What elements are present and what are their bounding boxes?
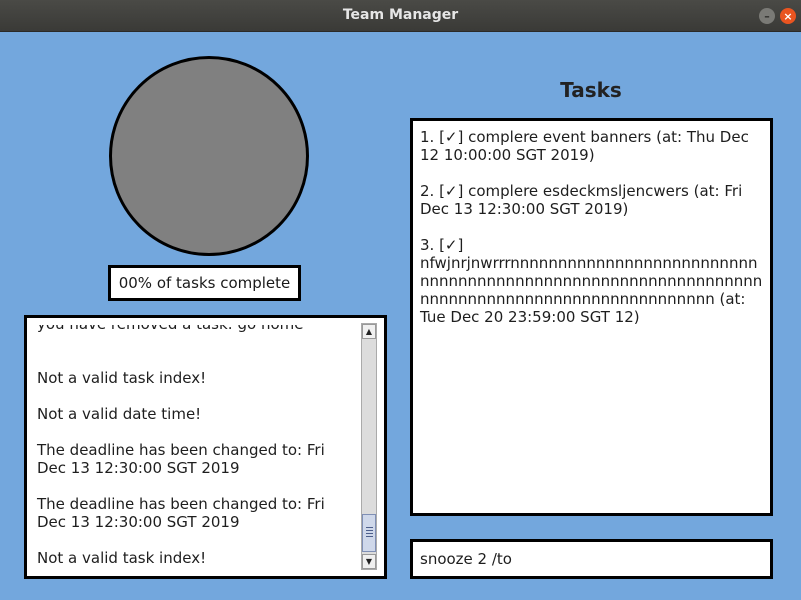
log-message: you have removed a task: go home bbox=[37, 325, 342, 333]
command-input[interactable] bbox=[420, 549, 760, 569]
task-list-panel: 1. [✓] complere event banners (at: Thu D… bbox=[410, 118, 773, 516]
app-window: Team Manager – × 00% of tasks complete y… bbox=[0, 0, 801, 600]
progress-label: 00% of tasks complete bbox=[108, 265, 301, 301]
task-item: 3. [✓] nfwjnrjnwrrrnnnnnnnnnnnnnnnnnnnnn… bbox=[420, 236, 763, 326]
tasks-heading: Tasks bbox=[560, 78, 622, 102]
close-button[interactable]: × bbox=[780, 8, 796, 24]
grip-line bbox=[366, 527, 373, 528]
log-message: The deadline has been changed to: Fri De… bbox=[37, 495, 325, 531]
title-bar[interactable]: Team Manager – × bbox=[0, 0, 801, 32]
log-text: you have removed a task: go home Not a v… bbox=[37, 325, 342, 570]
scroll-up-icon[interactable]: ▲ bbox=[362, 324, 376, 339]
command-box[interactable] bbox=[410, 539, 773, 579]
task-item: 1. [✓] complere event banners (at: Thu D… bbox=[420, 128, 749, 164]
grip-line bbox=[366, 536, 373, 537]
log-scrollbar[interactable]: ▲ ▼ bbox=[361, 323, 377, 570]
minimize-icon: – bbox=[764, 9, 770, 23]
grip-line bbox=[366, 530, 373, 531]
scroll-thumb[interactable] bbox=[362, 514, 376, 552]
grip-line bbox=[366, 533, 373, 534]
window-title: Team Manager bbox=[342, 7, 459, 23]
log-message: The deadline has been changed to: Fri De… bbox=[37, 441, 325, 477]
log-message: Not a valid task index! bbox=[37, 369, 207, 387]
minimize-button[interactable]: – bbox=[759, 8, 775, 24]
task-list: 1. [✓] complere event banners (at: Thu D… bbox=[420, 128, 765, 344]
avatar-circle bbox=[109, 56, 309, 256]
task-item: 2. [✓] complere esdeckmsljencwers (at: F… bbox=[420, 182, 743, 218]
log-message: Not a valid date time! bbox=[37, 405, 202, 423]
log-message: Not a valid task index! bbox=[37, 549, 207, 567]
message-log: you have removed a task: go home Not a v… bbox=[24, 315, 387, 579]
close-icon: × bbox=[783, 9, 793, 23]
log-viewport[interactable]: you have removed a task: go home Not a v… bbox=[34, 325, 365, 570]
scroll-down-icon[interactable]: ▼ bbox=[362, 554, 376, 569]
